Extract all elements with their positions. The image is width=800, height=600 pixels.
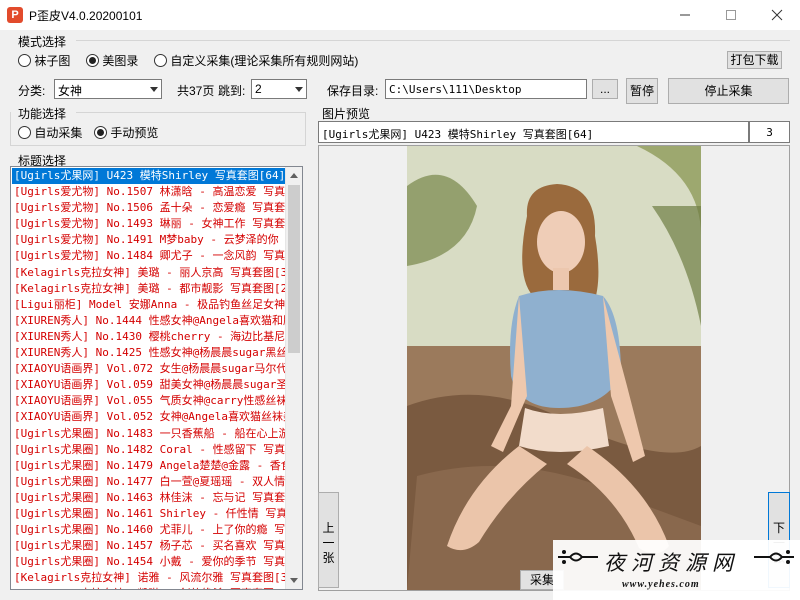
mode-option-custom[interactable]: 自定义采集(理论采集所有规则网站): [154, 52, 358, 69]
browse-button[interactable]: ...: [592, 79, 618, 99]
title-listbox[interactable]: [Ugirls尤果网] U423 模特Shirley 写真套图[64] [Ugir…: [10, 166, 303, 590]
ornament-right-icon: [754, 550, 794, 564]
image-index-field: 3: [749, 121, 790, 143]
mode-option-label: 自定义采集(理论采集所有规则网站): [170, 54, 359, 68]
list-item[interactable]: [XIUREN秀人] No.1444 性感女神@Angela喜欢猫和服: [12, 313, 288, 329]
list-item[interactable]: [Kelagirls克拉女神] 美璐 - 丽人京高 写真套图[3: [12, 265, 288, 281]
scroll-up-icon[interactable]: [290, 173, 298, 178]
radio-icon: [18, 54, 31, 67]
watermark-url: www.yehes.com: [622, 579, 700, 590]
total-pages: 共37页: [177, 84, 215, 98]
maximize-icon: [726, 10, 736, 20]
function-option-label: 手动预览: [110, 126, 159, 140]
list-item[interactable]: [Ugirls爱尤物] No.1491 M梦baby - 云梦泽的你 写: [12, 232, 288, 248]
close-icon: [771, 9, 783, 21]
mode-option-meitulu[interactable]: 美图录: [86, 52, 138, 69]
category-select[interactable]: 女神: [54, 79, 162, 99]
list-item[interactable]: [XIUREN秀人] No.1430 樱桃cherry - 海边比基尼系: [12, 329, 288, 345]
list-item[interactable]: [Ugirls尤果圈] No.1477 白一萱@夏瑶瑶 - 双人情: [12, 474, 288, 490]
list-item[interactable]: [Ugirls尤果圈] No.1479 Angela楚楚@金露 - 香食: [12, 458, 288, 474]
list-item[interactable]: [Ugirls尤果网] U423 模特Shirley 写真套图[64]: [12, 168, 288, 185]
pack-download-button[interactable]: 打包下载: [727, 51, 782, 69]
stop-collect-button[interactable]: 停止采集: [668, 78, 789, 104]
chevron-down-icon: [150, 87, 158, 92]
list-item[interactable]: [Ugirls尤果圈] No.1461 Shirley - 仟性情 写真套: [12, 506, 288, 522]
ornament-left-icon: [558, 550, 598, 564]
function-group-divider: [76, 112, 306, 113]
list-item[interactable]: [Ugirls尤果圈] No.1463 林佳沫 - 忘与记 写真套图: [12, 490, 288, 506]
scroll-down-icon[interactable]: [290, 578, 298, 583]
list-item[interactable]: [Kelagirls克拉女神] 美璐 - 都市靓影 写真套图[2: [12, 281, 288, 297]
function-option-manual[interactable]: 手动预览: [94, 124, 158, 141]
jump-page-value: 2: [255, 82, 262, 96]
photo-illustration: [407, 146, 701, 590]
function-option-label: 自动采集: [34, 126, 83, 140]
mode-option-label: 袜子图: [34, 54, 71, 68]
mode-group-divider: [76, 40, 790, 41]
jump-page-select[interactable]: 2: [251, 79, 307, 99]
list-item[interactable]: [Kelagirls克拉女神] 诺雅 - 风流尔雅 写真套图[3: [12, 570, 288, 586]
radio-checked-icon: [86, 54, 99, 67]
list-item[interactable]: [XIAOYU语画界] Vol.055 气质女神@carry性感丝袜: [12, 393, 288, 409]
mode-option-label: 美图录: [102, 54, 139, 68]
function-option-auto[interactable]: 自动采集: [18, 124, 82, 141]
chevron-down-icon: [295, 87, 303, 92]
minimize-icon: [680, 14, 690, 16]
prev-image-button[interactable]: 上一张: [318, 492, 339, 588]
list-item[interactable]: [Ugirls尤果圈] No.1460 尤菲儿 - 上了你的瘾 写真: [12, 522, 288, 538]
list-item[interactable]: [Ugirls爱尤物] No.1506 孟十朵 - 恋爱瘾 写真套图: [12, 200, 288, 216]
title-list-items: [Ugirls尤果网] U423 模特Shirley 写真套图[64] [Ugir…: [12, 168, 288, 589]
list-item[interactable]: [Ligui丽柜] Model 安娜Anna - 极品钓鱼丝足女神: [12, 297, 288, 313]
save-dir-label: 保存目录:: [327, 84, 379, 98]
radio-icon: [18, 126, 31, 139]
window-title: P歪皮V4.0.20200101: [29, 9, 143, 23]
list-item[interactable]: [XIAOYU语画界] Vol.059 甜美女神@杨晨晨sugar圣: [12, 377, 288, 393]
list-item[interactable]: [XIAOYU语画界] Vol.052 女神@Angela喜欢猫丝袜美: [12, 409, 288, 425]
list-item[interactable]: [Ugirls尤果圈] No.1482 Coral - 性感留下 写真套: [12, 442, 288, 458]
list-item[interactable]: [XIUREN秀人] No.1425 性感女神@杨晨晨sugar黑丝: [12, 345, 288, 361]
radio-checked-icon: [94, 126, 107, 139]
category-label: 分类:: [18, 84, 46, 98]
list-scrollbar[interactable]: [285, 167, 302, 589]
preview-title-field: [Ugirls尤果网] U423 模特Shirley 写真套图[64]: [318, 121, 749, 143]
list-item[interactable]: [Ugirls尤果圈] No.1457 杨子芯 - 买名喜欢 写真套: [12, 538, 288, 554]
list-item[interactable]: [Ugirls尤果圈] No.1483 一只香蕉船 - 船在心上游: [12, 426, 288, 442]
list-item[interactable]: [Ugirls爱尤物] No.1493 琳丽 - 女神工作 写真套图: [12, 216, 288, 232]
scrollbar-thumb[interactable]: [288, 185, 300, 353]
preview-label: 图片预览: [322, 107, 371, 121]
list-item[interactable]: [Ugirls爱尤物] No.1484 卿尤子 - 一念风韵 写真套: [12, 248, 288, 264]
preview-photo: [407, 146, 701, 590]
save-path-input[interactable]: C:\Users\111\Desktop: [385, 79, 587, 99]
list-item[interactable]: [Ugirls爱尤物] No.1507 林潇晗 - 高温恋爱 写真套图: [12, 184, 288, 200]
app-icon: P: [7, 7, 23, 23]
list-item[interactable]: [Kelagirls克拉女神] 凯琳 - 剑仙绝杀 写真套图: [12, 586, 288, 589]
list-item[interactable]: [XIAOYU语画界] Vol.072 女生@杨晨晨sugar马尔代: [12, 361, 288, 377]
mode-group-label: 模式选择: [18, 35, 67, 49]
watermark-text: 夜河资源网: [604, 551, 739, 575]
minimize-button[interactable]: [662, 0, 708, 30]
radio-icon: [154, 54, 167, 67]
list-item[interactable]: [Ugirls尤果圈] No.1454 小戴 - 爱你的季节 写真套: [12, 554, 288, 570]
jump-label: 跳到:: [218, 84, 246, 98]
category-value: 女神: [58, 84, 83, 98]
close-button[interactable]: [754, 0, 800, 30]
mode-option-socks[interactable]: 袜子图: [18, 52, 70, 69]
pause-button[interactable]: 暂停: [626, 78, 658, 104]
maximize-button[interactable]: [708, 0, 754, 30]
